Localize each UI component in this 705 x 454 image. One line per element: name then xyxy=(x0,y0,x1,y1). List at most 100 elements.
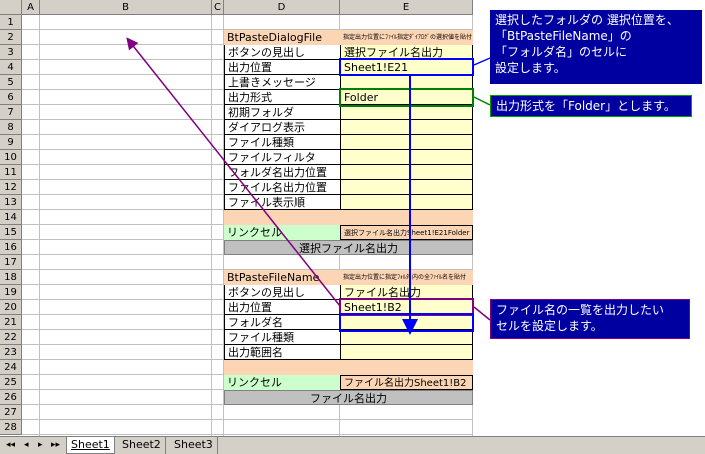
link-cell-label[interactable]: リンクセル xyxy=(224,375,340,390)
sheet-tab-bar: ◂◂ ◂ ▸ ▸▸ Sheet1 Sheet2 Sheet3 xyxy=(0,436,705,454)
callout-line: 「フォルダ名」のセルに xyxy=(495,45,628,59)
grid-line xyxy=(39,15,40,436)
property-value-cell[interactable]: ファイル名出力 xyxy=(340,285,473,300)
grid-line xyxy=(22,434,473,435)
first-sheet-nav-icon[interactable]: ◂◂ xyxy=(2,437,19,454)
row-header[interactable]: 28 xyxy=(0,420,22,435)
row-header[interactable]: 15 xyxy=(0,225,22,240)
column-header-e[interactable]: E xyxy=(340,0,473,15)
section2-run-button[interactable]: ファイル名出力 xyxy=(224,390,473,405)
callout-filelist-position: ファイル名の一覧を出力したい セルを設定します。 xyxy=(490,299,690,339)
row-header[interactable]: 11 xyxy=(0,165,22,180)
property-label-cell[interactable]: ファイル名出力位置 xyxy=(224,180,340,195)
property-label-cell[interactable]: 出力範囲名 xyxy=(224,345,340,360)
spreadsheet[interactable]: A B C D E 1 2 3 4 5 6 7 8 9 10 11 12 13 14 15 16 17 18 19 20 21 22… xyxy=(0,0,705,454)
property-label-cell[interactable]: フォルダ名出力位置 xyxy=(224,165,340,180)
row-header[interactable]: 13 xyxy=(0,195,22,210)
grid-line xyxy=(22,419,473,420)
property-label-cell[interactable]: ファイル表示順 xyxy=(224,195,340,210)
property-label-cell[interactable]: ダイアログ表示 xyxy=(224,120,340,135)
callout-line: セルを設定します。 xyxy=(496,319,603,333)
property-label-cell[interactable]: ボタンの見出し xyxy=(224,45,340,60)
section1-spacer-cell[interactable] xyxy=(224,210,473,225)
property-value-cell[interactable] xyxy=(340,330,473,345)
callout-output-format: 出力形式を「Folder」とします。 xyxy=(490,95,692,117)
property-value-cell[interactable] xyxy=(340,315,473,330)
column-header-b[interactable]: B xyxy=(40,0,212,15)
property-label-cell[interactable]: ファイル種類 xyxy=(224,135,340,150)
row-header[interactable]: 26 xyxy=(0,390,22,405)
prev-sheet-nav-icon[interactable]: ◂ xyxy=(20,437,33,454)
row-header[interactable]: 4 xyxy=(0,60,22,75)
row-header[interactable]: 17 xyxy=(0,255,22,270)
property-label-cell[interactable]: フォルダ名 xyxy=(224,315,340,330)
column-header-d[interactable]: D xyxy=(224,0,340,15)
section2-spacer-cell[interactable] xyxy=(224,360,473,375)
row-header[interactable]: 20 xyxy=(0,300,22,315)
property-label-cell[interactable]: 上書きメッセージ xyxy=(224,75,340,90)
property-label-cell[interactable]: 初期フォルダ xyxy=(224,105,340,120)
property-value-cell[interactable] xyxy=(340,165,473,180)
tab-sheet1[interactable]: Sheet1 xyxy=(66,437,115,454)
property-value-cell[interactable] xyxy=(340,75,473,90)
row-header[interactable]: 6 xyxy=(0,90,22,105)
link-cell-value[interactable]: ファイル名出力Sheet1!B2 xyxy=(340,375,473,390)
row-header[interactable]: 14 xyxy=(0,210,22,225)
callout-line: ファイル名の一覧を出力したい xyxy=(496,303,665,317)
row-header[interactable]: 25 xyxy=(0,375,22,390)
sheet-margin xyxy=(473,0,487,436)
next-sheet-nav-icon[interactable]: ▸ xyxy=(34,437,47,454)
row-header[interactable]: 19 xyxy=(0,285,22,300)
select-all-corner[interactable] xyxy=(0,0,22,15)
column-header-a[interactable]: A xyxy=(22,0,40,15)
link-cell-label[interactable]: リンクセル xyxy=(224,225,340,240)
column-header-c[interactable]: C xyxy=(212,0,224,15)
row-header[interactable]: 22 xyxy=(0,330,22,345)
row-header[interactable]: 3 xyxy=(0,45,22,60)
callout-line: 「BtPasteFileName」の xyxy=(495,29,632,43)
property-value-cell[interactable] xyxy=(340,150,473,165)
row-header[interactable]: 18 xyxy=(0,270,22,285)
row-header[interactable]: 5 xyxy=(0,75,22,90)
section2-title-cell[interactable]: BtPasteFileName xyxy=(224,270,340,285)
row-header[interactable]: 9 xyxy=(0,135,22,150)
section2-note-cell[interactable]: 指定出力位置に指定ﾌｫﾙﾀﾞ内の全ﾌｧｲﾙ名を貼付 xyxy=(340,270,473,285)
property-label-cell[interactable]: ボタンの見出し xyxy=(224,285,340,300)
property-value-cell[interactable]: 選択ファイル名出力 xyxy=(340,45,473,60)
property-value-cell[interactable] xyxy=(340,135,473,150)
property-value-cell[interactable] xyxy=(340,195,473,210)
property-label-cell[interactable]: ファイルフィルタ xyxy=(224,150,340,165)
property-value-cell[interactable] xyxy=(340,180,473,195)
grid-line xyxy=(211,15,212,436)
section1-title-cell[interactable]: BtPasteDialogFile xyxy=(224,30,340,45)
property-label-cell[interactable]: 出力位置 xyxy=(224,60,340,75)
row-header[interactable]: 16 xyxy=(0,240,22,255)
section1-note-cell[interactable]: 指定出力位置にﾌｧｲﾙ指定ﾀﾞｲｱﾛｸﾞの選択値を貼付 xyxy=(340,30,473,45)
property-value-cell[interactable] xyxy=(340,120,473,135)
row-header[interactable]: 27 xyxy=(0,405,22,420)
last-sheet-nav-icon[interactable]: ▸▸ xyxy=(47,437,64,454)
link-cell-value[interactable]: 選択ファイル名出力Sheet1!E21Folder xyxy=(340,225,473,240)
property-value-cell[interactable]: Folder xyxy=(340,90,473,105)
property-label-cell[interactable]: 出力位置 xyxy=(224,300,340,315)
property-label-cell[interactable]: 出力形式 xyxy=(224,90,340,105)
tab-sheet2[interactable]: Sheet2 xyxy=(118,437,166,454)
row-header[interactable]: 7 xyxy=(0,105,22,120)
property-value-cell[interactable] xyxy=(340,105,473,120)
row-header[interactable]: 1 xyxy=(0,15,22,30)
row-header[interactable]: 2 xyxy=(0,30,22,45)
row-header[interactable]: 23 xyxy=(0,345,22,360)
callout-line: 設定します。 xyxy=(495,61,566,75)
property-value-cell[interactable]: Sheet1!E21 xyxy=(340,60,473,75)
property-value-cell[interactable] xyxy=(340,345,473,360)
property-label-cell[interactable]: ファイル種類 xyxy=(224,330,340,345)
row-header[interactable]: 12 xyxy=(0,180,22,195)
property-value-cell[interactable]: Sheet1!B2 xyxy=(340,300,473,315)
row-header[interactable]: 21 xyxy=(0,315,22,330)
callout-folder-position: 選択したフォルダの 選択位置を、 「BtPasteFileName」の 「フォル… xyxy=(490,10,702,84)
tab-sheet3[interactable]: Sheet3 xyxy=(170,437,218,454)
row-header[interactable]: 24 xyxy=(0,360,22,375)
row-header[interactable]: 8 xyxy=(0,120,22,135)
section1-run-button[interactable]: 選択ファイル名出力 xyxy=(224,240,473,255)
row-header[interactable]: 10 xyxy=(0,150,22,165)
